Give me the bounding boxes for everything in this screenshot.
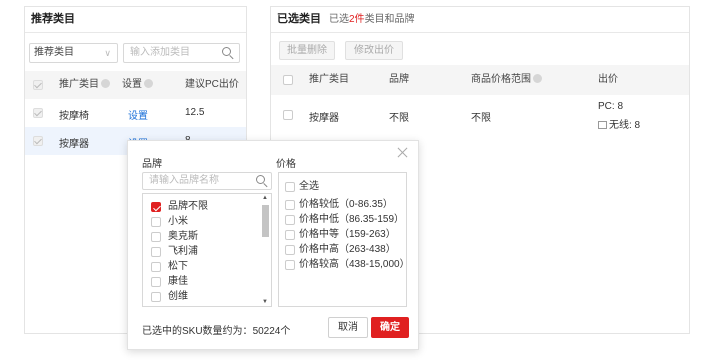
table-header: 推广类目 品牌 商品价格范围 出价 bbox=[271, 65, 689, 95]
panel-subtitle: 已选2件类目和品牌 bbox=[329, 14, 415, 25]
search-placeholder: 输入添加类目 bbox=[130, 47, 190, 58]
panel-title: 推荐类目 bbox=[25, 7, 246, 33]
table-row: 按摩器 不限 不限 PC: 8 无线: 8 bbox=[271, 95, 689, 135]
search-icon[interactable] bbox=[222, 47, 234, 60]
help-icon bbox=[533, 74, 542, 83]
cancel-button[interactable]: 取消 bbox=[328, 317, 368, 338]
row-setting-link[interactable]: 设置 bbox=[128, 107, 148, 122]
brand-list-scrollbar[interactable]: ▲ ▼ bbox=[261, 195, 270, 305]
scroll-down-icon[interactable]: ▼ bbox=[262, 299, 268, 305]
row-price-range: 不限 bbox=[471, 113, 491, 124]
modify-bid-button[interactable]: 修改出价 bbox=[345, 41, 403, 60]
brand-checkbox[interactable] bbox=[151, 232, 161, 242]
col-brand: 品牌 bbox=[389, 74, 409, 85]
price-label: 价格 bbox=[276, 159, 296, 170]
col-suggested-price: 建议PC出价 bbox=[185, 79, 239, 90]
row-category: 按摩椅 bbox=[59, 111, 89, 122]
brand-checkbox[interactable] bbox=[151, 292, 161, 302]
help-icon bbox=[144, 79, 153, 88]
search-icon[interactable] bbox=[256, 175, 268, 188]
col-bid: 出价 bbox=[598, 74, 618, 85]
price-checkbox[interactable] bbox=[285, 230, 295, 240]
confirm-button[interactable]: 确定 bbox=[371, 317, 409, 338]
table-row: 按摩椅 设置 12.5 bbox=[25, 99, 246, 127]
brand-checkbox[interactable] bbox=[151, 247, 161, 257]
brand-search-input[interactable]: 请输入品牌名称 bbox=[142, 172, 272, 190]
close-icon[interactable] bbox=[397, 147, 408, 158]
row-bid-pc: PC: 8 bbox=[598, 101, 624, 112]
brand-checkbox[interactable] bbox=[151, 217, 161, 227]
row-checkbox[interactable] bbox=[283, 110, 293, 120]
scroll-up-icon[interactable]: ▲ bbox=[262, 195, 268, 201]
batch-delete-button[interactable]: 批量删除 bbox=[279, 41, 335, 60]
sku-count-value: 50224 bbox=[252, 326, 281, 337]
price-checkbox[interactable] bbox=[285, 200, 295, 210]
brand-price-popup: 品牌 价格 请输入品牌名称 品牌不限 小米 奥克斯 飞利浦 松下 康佳 创维 ▲… bbox=[127, 140, 419, 350]
price-list: 全选 价格较低（0-86.35） 价格中低（86.35-159） 价格中等（15… bbox=[278, 172, 410, 307]
brand-checkbox[interactable] bbox=[151, 262, 161, 272]
category-select-value: 推荐类目 bbox=[34, 47, 74, 58]
row-checkbox bbox=[33, 108, 43, 118]
row-bid-wireless: 无线: 8 bbox=[598, 116, 640, 131]
chevron-down-icon: ∨ bbox=[104, 48, 111, 58]
col-setting: 设置 bbox=[122, 71, 153, 99]
category-search-input[interactable]: 输入添加类目 bbox=[123, 43, 240, 63]
row-brand: 不限 bbox=[389, 113, 409, 124]
row-category: 按摩器 bbox=[309, 113, 339, 124]
brand-checkbox[interactable] bbox=[151, 277, 161, 287]
select-all-checkbox[interactable] bbox=[33, 80, 43, 90]
mobile-icon bbox=[598, 121, 607, 129]
price-checkbox[interactable] bbox=[285, 182, 295, 192]
sku-count-text: 已选中的SKU数量约为：50224个 bbox=[142, 326, 291, 337]
select-all-checkbox[interactable] bbox=[283, 75, 293, 85]
row-category: 按摩器 bbox=[59, 139, 89, 150]
category-select[interactable]: 推荐类目 ∨ bbox=[29, 43, 118, 63]
table-header: 推广类目 设置 建议PC出价 bbox=[25, 71, 246, 99]
panel-title: 已选类目 已选2件类目和品牌 bbox=[271, 7, 689, 33]
help-icon bbox=[101, 79, 110, 88]
price-checkbox[interactable] bbox=[285, 260, 295, 270]
selected-count: 2件 bbox=[349, 14, 365, 25]
col-category: 推广类目 bbox=[59, 71, 110, 99]
scrollbar-thumb[interactable] bbox=[262, 205, 269, 237]
price-checkbox[interactable] bbox=[285, 215, 295, 225]
panel-title-text: 已选类目 bbox=[277, 13, 321, 25]
col-category: 推广类目 bbox=[309, 74, 349, 85]
brand-checkbox[interactable] bbox=[151, 202, 161, 212]
row-checkbox bbox=[33, 136, 43, 146]
brand-list: 品牌不限 小米 奥克斯 飞利浦 松下 康佳 创维 ▲ ▼ bbox=[142, 193, 272, 307]
row-price: 12.5 bbox=[185, 107, 205, 118]
col-price-range: 商品价格范围 bbox=[471, 65, 542, 95]
search-placeholder: 请输入品牌名称 bbox=[149, 175, 219, 186]
brand-label: 品牌 bbox=[142, 159, 162, 170]
price-checkbox[interactable] bbox=[285, 245, 295, 255]
